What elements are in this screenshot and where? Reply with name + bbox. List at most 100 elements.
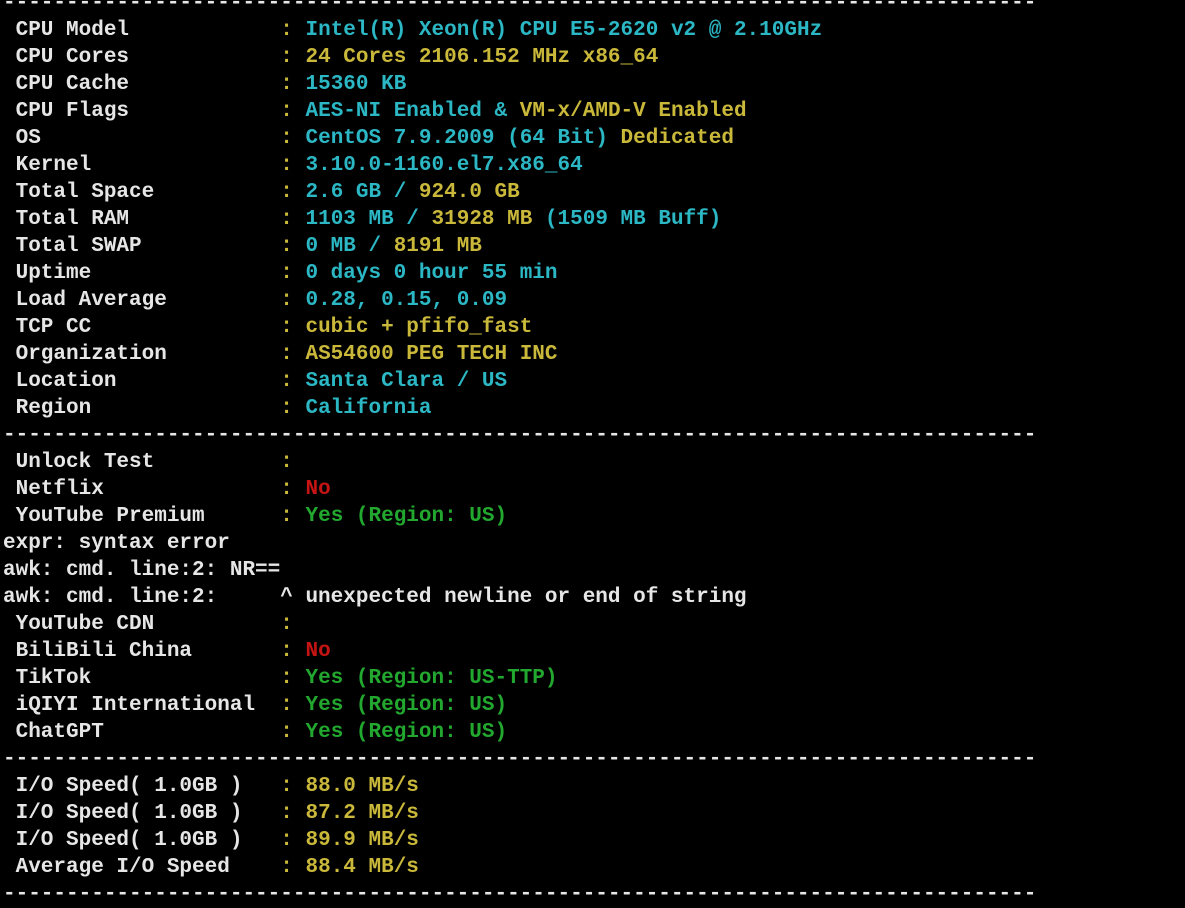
label-padding — [129, 208, 280, 231]
label-padding — [91, 262, 280, 285]
info-label: ChatGPT — [3, 721, 104, 744]
info-value: 88.4 MB/s — [305, 856, 419, 879]
info-label: Unlock Test — [3, 451, 155, 474]
label-padding — [154, 451, 280, 474]
info-label: YouTube CDN — [3, 613, 155, 636]
io-speed-row: I/O Speed( 1.0GB ) : 88.0 MB/s — [3, 773, 1185, 800]
info-label: Organization — [3, 343, 167, 366]
info-label: Uptime — [3, 262, 92, 285]
colon-separator: : — [280, 46, 306, 69]
label-padding — [242, 775, 280, 798]
colon-separator: : — [280, 478, 306, 501]
error-output-line: awk: cmd. line:2: NR== — [3, 559, 281, 582]
info-value: 88.0 MB/s — [305, 775, 419, 798]
label-padding — [104, 721, 280, 744]
info-label: Total SWAP — [3, 235, 142, 258]
info-value: 15360 KB — [305, 73, 407, 96]
info-value: 89.9 MB/s — [305, 829, 419, 852]
info-value: Intel(R) Xeon(R) CPU E5-2620 v2 @ 2.10GH… — [305, 19, 823, 42]
info-label: I/O Speed( 1.0GB ) — [3, 802, 243, 825]
label-padding — [242, 802, 280, 825]
info-label: OS — [3, 127, 41, 150]
terminal-output: ----------------------------------------… — [3, 0, 1185, 908]
label-padding — [230, 856, 280, 879]
io-speed-row: I/O Speed( 1.0GB ) : 87.2 MB/s — [3, 800, 1185, 827]
info-value-part: AES-NI Enabled & — [305, 100, 520, 123]
colon-separator: : — [280, 451, 306, 474]
colon-separator: : — [280, 721, 306, 744]
label-padding — [129, 46, 280, 69]
colon-separator: : — [280, 19, 306, 42]
system-info-row: Total SWAP : 0 MB / 8191 MB — [3, 233, 1185, 260]
colon-separator: : — [280, 370, 306, 393]
info-label: TCP CC — [3, 316, 92, 339]
label-padding — [167, 343, 280, 366]
system-info-row: Load Average : 0.28, 0.15, 0.09 — [3, 287, 1185, 314]
info-value-part: VM-x/AMD-V Enabled — [519, 100, 747, 123]
unlock-test-row: BiliBili China : No — [3, 638, 1185, 665]
info-value: Yes (Region: US-TTP) — [305, 667, 558, 690]
system-info-row: Uptime : 0 days 0 hour 55 min — [3, 260, 1185, 287]
separator-io: ----------------------------------------… — [3, 748, 1037, 771]
colon-separator: : — [280, 856, 306, 879]
info-value-part: CentOS 7.9.2009 (64 Bit) — [305, 127, 621, 150]
unlock-test-row: Netflix : No — [3, 476, 1185, 503]
label-padding — [154, 613, 280, 636]
info-value: AS54600 PEG TECH INC — [305, 343, 558, 366]
system-info-row: OS : CentOS 7.9.2009 (64 Bit) Dedicated — [3, 125, 1185, 152]
colon-separator: : — [280, 262, 306, 285]
label-padding — [255, 694, 280, 717]
label-padding — [41, 127, 280, 150]
label-padding — [129, 19, 280, 42]
separator-bottom: ----------------------------------------… — [3, 883, 1037, 906]
label-padding — [104, 478, 280, 501]
info-value: cubic + pfifo_fast — [305, 316, 533, 339]
info-label: BiliBili China — [3, 640, 193, 663]
label-padding — [91, 154, 280, 177]
colon-separator: : — [280, 694, 306, 717]
system-info-row: Region : California — [3, 395, 1185, 422]
info-label: Region — [3, 397, 92, 420]
system-info-row: Total Space : 2.6 GB / 924.0 GB — [3, 179, 1185, 206]
label-padding — [91, 667, 280, 690]
separator-unlock: ----------------------------------------… — [3, 424, 1037, 447]
colon-separator: : — [280, 829, 306, 852]
unlock-test-row: Unlock Test : — [3, 449, 1185, 476]
system-info-row: CPU Cores : 24 Cores 2106.152 MHz x86_64 — [3, 44, 1185, 71]
label-padding — [205, 505, 281, 528]
colon-separator: : — [280, 100, 306, 123]
info-value: Santa Clara / US — [305, 370, 508, 393]
colon-separator: : — [280, 235, 306, 258]
info-label: iQIYI International — [3, 694, 256, 717]
info-label: Netflix — [3, 478, 104, 501]
colon-separator: : — [280, 316, 306, 339]
label-padding — [154, 181, 280, 204]
colon-separator: : — [280, 154, 306, 177]
info-label: Location — [3, 370, 117, 393]
colon-separator: : — [280, 640, 306, 663]
label-padding — [129, 100, 280, 123]
label-padding — [167, 289, 280, 312]
unlock-test-row: ChatGPT : Yes (Region: US) — [3, 719, 1185, 746]
info-value: 0 days 0 hour 55 min — [305, 262, 558, 285]
info-value-part: 1103 MB / — [305, 208, 432, 231]
colon-separator: : — [280, 208, 306, 231]
info-value-part: 924.0 GB — [418, 181, 520, 204]
info-label: Average I/O Speed — [3, 856, 230, 879]
info-value-part: (1509 MB Buff) — [532, 208, 722, 231]
unlock-test-row: YouTube Premium : Yes (Region: US) — [3, 503, 1185, 530]
info-value-part: 8191 MB — [393, 235, 482, 258]
label-padding — [142, 235, 281, 258]
colon-separator: : — [280, 667, 306, 690]
unlock-test-row: YouTube CDN : — [3, 611, 1185, 638]
error-output-line: awk: cmd. line:2: ^ unexpected newline o… — [3, 586, 747, 609]
info-value: 24 Cores 2106.152 MHz x86_64 — [305, 46, 659, 69]
colon-separator: : — [280, 181, 306, 204]
colon-separator: : — [280, 397, 306, 420]
info-value: Yes (Region: US) — [305, 505, 508, 528]
info-value: 3.10.0-1160.el7.x86_64 — [305, 154, 583, 177]
system-info-row: Kernel : 3.10.0-1160.el7.x86_64 — [3, 152, 1185, 179]
info-value: 0.28, 0.15, 0.09 — [305, 289, 508, 312]
info-label: Total RAM — [3, 208, 130, 231]
info-value: California — [305, 397, 432, 420]
